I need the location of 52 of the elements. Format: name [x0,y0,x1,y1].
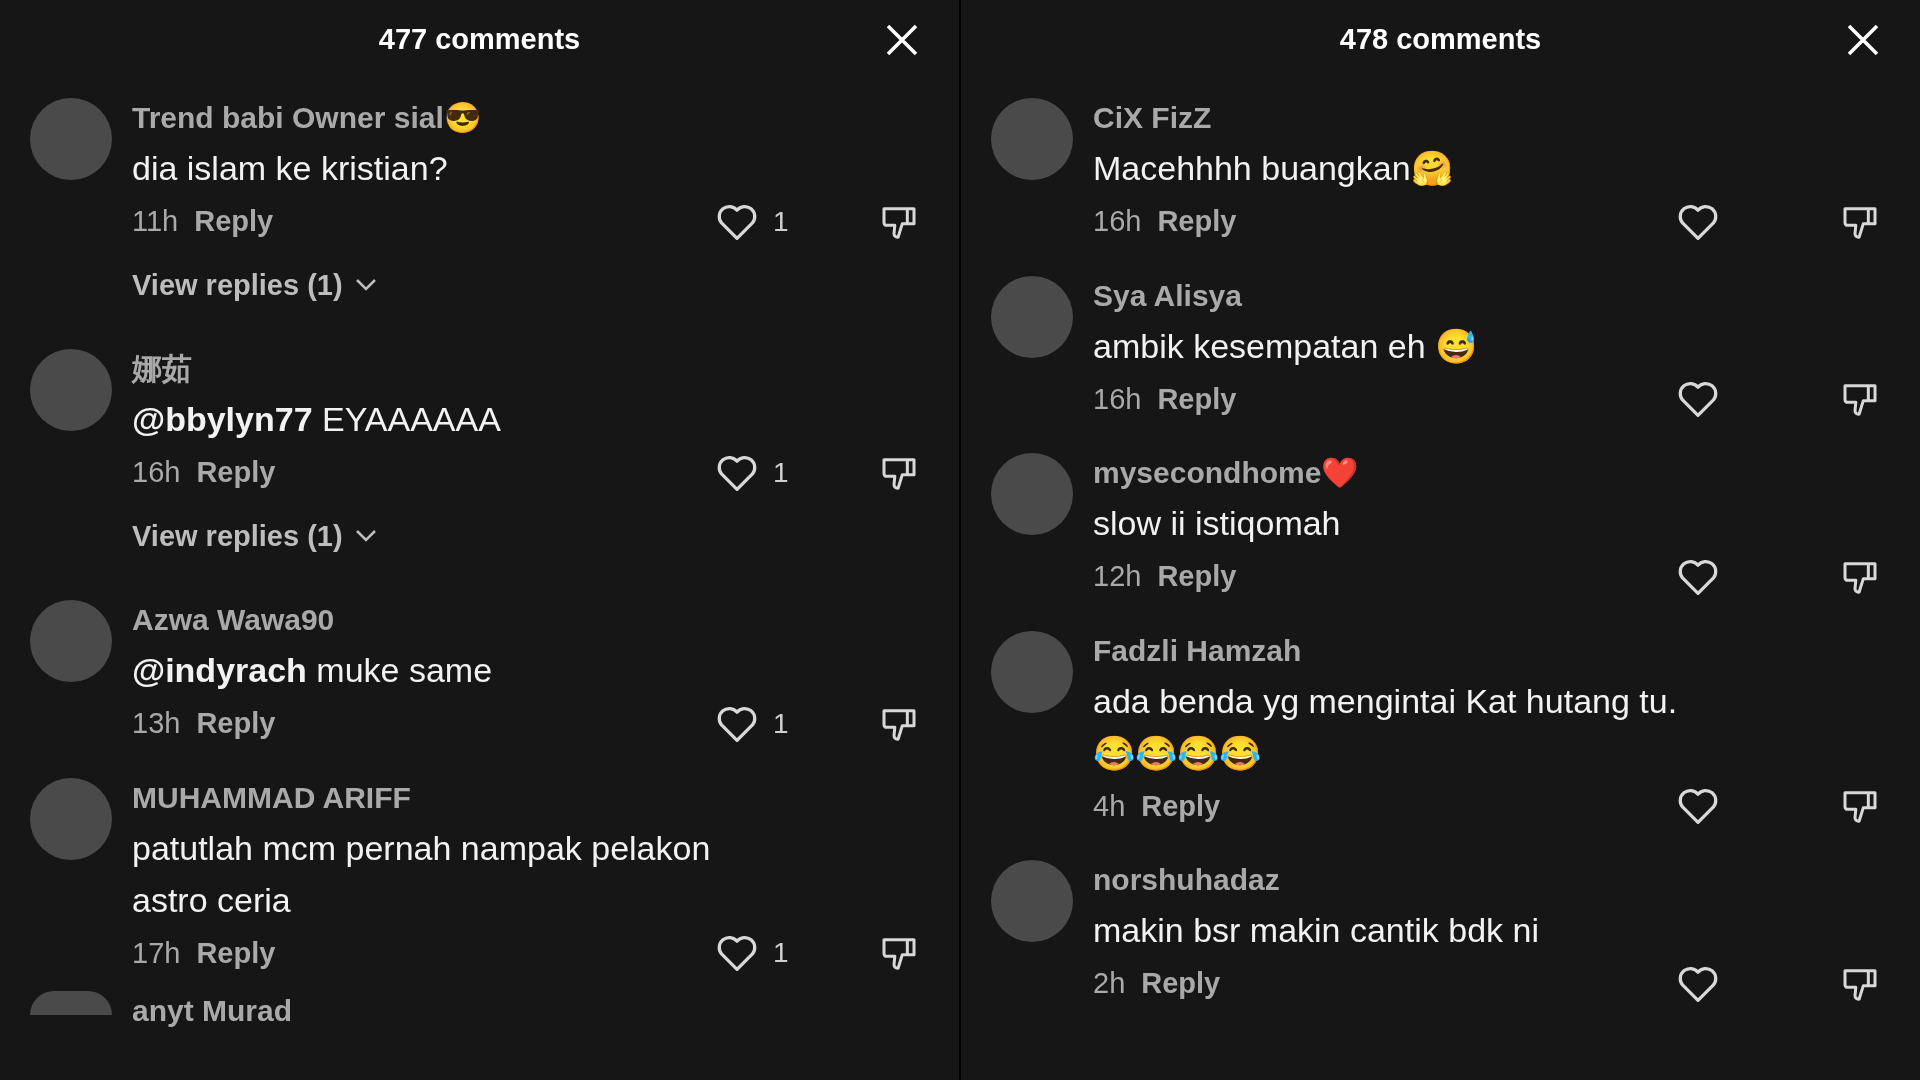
like-count: 1 [773,937,789,969]
comment-text: makin bsr makin cantik bdk ni [1093,910,1540,951]
username[interactable]: Fadzli Hamzah [1093,630,1880,671]
comment-time: 16h [1093,381,1142,417]
comment-text: Macehhhh buangkan🤗 [1093,148,1454,189]
comment-text: @indyrach muke same [132,650,494,691]
username[interactable]: Azwa Wawa90 [132,600,919,640]
comment-time: 11h [132,204,179,239]
reply-link[interactable]: Reply [196,451,276,495]
username[interactable]: anyt Murad [132,991,919,1031]
username[interactable]: 娜茹 [132,349,919,389]
comment-text: slow ii istiqomah [1093,503,1342,544]
heart-icon[interactable] [715,933,759,974]
chevron-down-icon [354,278,377,293]
view-replies-link[interactable]: View replies (1) [132,514,377,558]
reply-link[interactable]: Reply [1157,377,1237,421]
reply-link[interactable]: Reply [196,931,276,975]
comment-time: 4h [1093,788,1126,824]
username[interactable]: CiX FizZ [1093,98,1880,138]
close-icon[interactable] [885,23,919,57]
reply-link[interactable]: Reply [1141,962,1221,1006]
like-count: 1 [773,707,789,739]
comment-time: 12h [1093,559,1142,594]
heart-icon[interactable] [1676,379,1720,420]
comment-text: @bbylyn77 EYAAAAAA [132,399,502,440]
username[interactable]: mysecondhome❤ [1093,453,1880,493]
comment-text: ambik kesempatan eh 😅 [1093,325,1479,367]
reply-link[interactable]: Reply [1157,555,1237,599]
username[interactable]: Sya Alisya [1093,275,1880,316]
comments-count-title: 477 comments [378,22,581,58]
like-count: 1 [773,205,789,237]
comment-text: patutlah mcm pernah nampak pelakon astro ceria [132,827,712,921]
comment-text: ada benda yg mengintai Kat hutang tu. 😂😂😂😂 [1093,680,1679,774]
comment-time: 13h [132,706,181,741]
comment-text: dia islam ke kristian? [132,148,449,189]
username[interactable]: Trend babi Owner sial😎 [132,98,919,138]
view-replies-link[interactable]: View replies (1) [132,263,377,307]
heart-icon[interactable] [1676,786,1720,827]
chevron-down-icon [354,529,377,544]
comment-time: 16h [1093,204,1142,239]
comment-time: 2h [1093,966,1126,1001]
reply-link[interactable]: Reply [194,200,274,244]
comment-time: 17h [132,935,181,971]
username[interactable]: norshuhadaz [1093,860,1880,900]
comments-count-title: 478 comments [1339,22,1542,58]
like-count: 1 [773,456,789,488]
reply-link[interactable]: Reply [196,702,276,746]
comment-time: 16h [132,455,181,490]
reply-link[interactable]: Reply [1157,200,1237,244]
close-icon[interactable] [1846,23,1880,57]
reply-link[interactable]: Reply [1141,784,1221,828]
username[interactable]: MUHAMMAD ARIFF [132,777,919,818]
